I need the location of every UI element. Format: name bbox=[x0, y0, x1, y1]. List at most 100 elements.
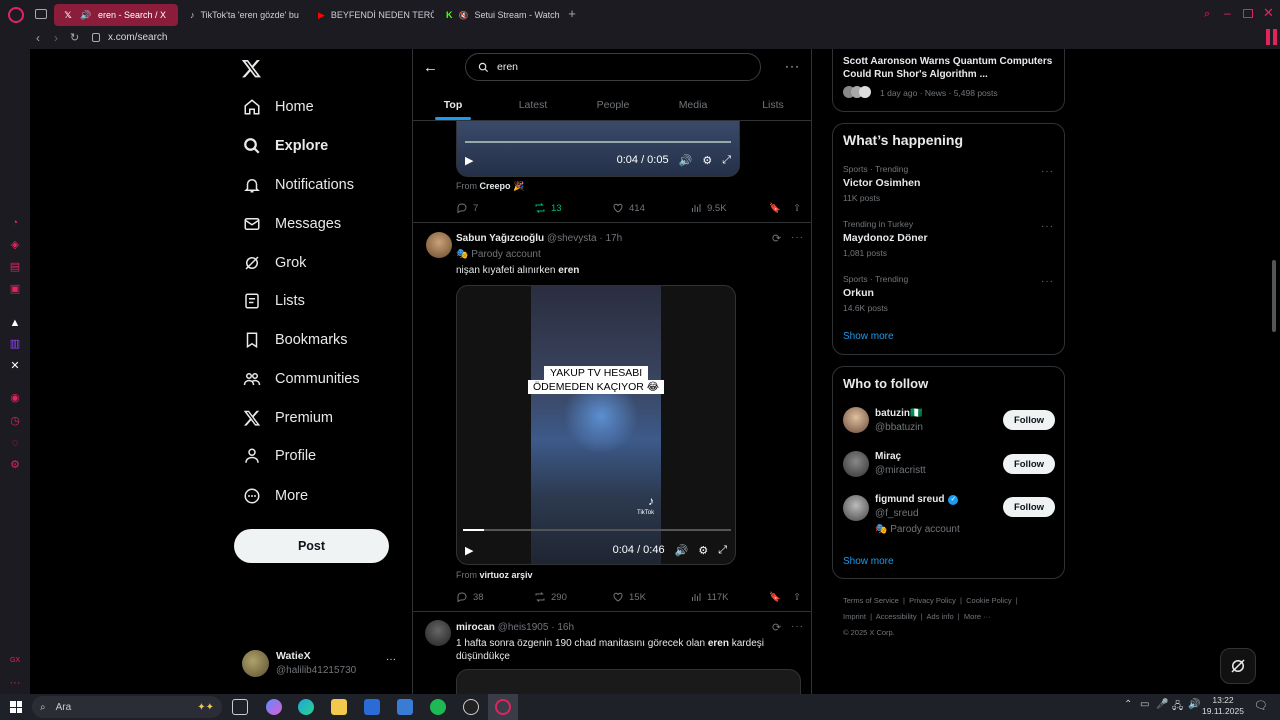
search-tabs-icon[interactable]: ⌕ bbox=[1204, 8, 1210, 21]
back-icon[interactable]: ‹ bbox=[36, 31, 40, 45]
nav-messages[interactable]: Messages bbox=[243, 211, 341, 237]
video-source-1[interactable]: From Creepo 🎉 bbox=[456, 181, 524, 192]
search-options-icon[interactable]: ··· bbox=[785, 59, 800, 73]
fullscreen-icon[interactable]: ⤢ bbox=[722, 154, 731, 167]
follow-button[interactable]: Follow bbox=[1003, 497, 1055, 517]
nav-profile[interactable]: Profile bbox=[243, 443, 316, 469]
news-card[interactable]: Scott Aaronson Warns Quantum Computers C… bbox=[832, 49, 1065, 112]
nav-bookmarks[interactable]: Bookmarks bbox=[243, 327, 348, 353]
minimize-icon[interactable]: – bbox=[1224, 6, 1231, 20]
clock[interactable]: 13:22 19.11.2025 bbox=[1200, 695, 1246, 717]
bookmark-icon[interactable]: 🔖 bbox=[769, 203, 781, 214]
grok-explain-icon[interactable]: ⟳ bbox=[772, 232, 781, 245]
aria-icon[interactable]: ▲ bbox=[9, 317, 21, 329]
mic-icon[interactable]: 🎤 bbox=[1156, 699, 1168, 710]
repost-button[interactable]: 290 bbox=[534, 591, 612, 603]
footer-link[interactable]: Imprint bbox=[843, 612, 866, 621]
author-handle[interactable]: @shevysta bbox=[547, 233, 597, 244]
whatsapp-icon[interactable]: ◌ bbox=[9, 437, 21, 449]
like-button[interactable]: 414 bbox=[612, 202, 690, 214]
follow-user-handle[interactable]: @f_sreud bbox=[875, 508, 919, 519]
x-app-icon[interactable]: ✕ bbox=[9, 360, 21, 372]
post-time[interactable]: · 16h bbox=[551, 622, 574, 633]
avatar[interactable] bbox=[425, 620, 451, 646]
nav-notifications[interactable]: Notifications bbox=[243, 172, 354, 198]
volume-icon[interactable]: 🔊 bbox=[675, 544, 689, 557]
edge-icon[interactable] bbox=[298, 699, 314, 715]
more-sidebar-icon[interactable]: ··· bbox=[9, 677, 21, 689]
gx-icon[interactable]: GX bbox=[9, 655, 21, 667]
follow-button[interactable]: Follow bbox=[1003, 410, 1055, 430]
footer-link[interactable]: Accessibility bbox=[876, 612, 917, 621]
tab-tiktok[interactable]: ♪ TikTok'ta 'eren gözde' bu bbox=[182, 4, 306, 26]
follow-user-handle[interactable]: @bbatuzin bbox=[875, 422, 923, 433]
follow-user-name[interactable]: figmund sreud ✓ bbox=[875, 494, 959, 505]
forward-icon[interactable]: › bbox=[54, 31, 58, 45]
follow-user-handle[interactable]: @miracristt bbox=[875, 465, 926, 476]
fullscreen-icon[interactable]: ⤢ bbox=[718, 544, 727, 557]
video-player-1[interactable]: ▶ 0:04 / 0:05 🔊 ⚙ ⤢ bbox=[456, 121, 740, 177]
follow-user-name[interactable]: batuzin🇳🇬 bbox=[875, 408, 922, 419]
opera-gx-icon[interactable] bbox=[495, 699, 511, 715]
tab-lists[interactable]: Lists bbox=[733, 89, 811, 120]
bookmark-icon[interactable]: 🔖 bbox=[769, 592, 781, 603]
nav-home[interactable]: Home bbox=[243, 94, 314, 120]
video-player-3[interactable] bbox=[456, 669, 801, 694]
trend-more-icon[interactable]: ··· bbox=[1041, 221, 1054, 232]
reload-icon[interactable]: ↻ bbox=[70, 31, 79, 44]
copilot-icon[interactable] bbox=[266, 699, 282, 715]
tab-youtube[interactable]: ▶ BEYFENDİ NEDEN TERÖR bbox=[310, 4, 434, 26]
back-arrow-icon[interactable]: ← bbox=[423, 59, 438, 76]
close-icon[interactable]: ✕ bbox=[1263, 5, 1274, 21]
play-icon[interactable]: ▶ bbox=[465, 154, 473, 167]
page-scrollbar[interactable] bbox=[1272, 260, 1276, 332]
trend-item[interactable]: Sports · Trending Victor Osimhen 11K pos… bbox=[843, 164, 1053, 203]
avatar[interactable] bbox=[843, 451, 869, 477]
task-view-icon[interactable] bbox=[232, 699, 248, 715]
video-player-2[interactable]: ♪ TikTok YAKUP TV HESABI ÖDEMEDEN KAÇIYO… bbox=[456, 285, 736, 565]
chat-icon[interactable]: ▤ bbox=[9, 261, 21, 273]
workspaces-icon[interactable] bbox=[35, 9, 47, 19]
trend-more-icon[interactable]: ··· bbox=[1041, 166, 1054, 177]
repost-button[interactable]: 13 bbox=[534, 202, 612, 214]
share-icon[interactable]: ⇪ bbox=[793, 203, 801, 214]
account-switcher[interactable]: WatieX @halilib41215730 ··· bbox=[234, 644, 404, 684]
author-handle[interactable]: @heis1905 bbox=[498, 622, 549, 633]
post-more-icon[interactable]: ··· bbox=[791, 621, 804, 632]
steam-icon[interactable] bbox=[463, 699, 479, 715]
post-time[interactable]: · 17h bbox=[599, 233, 622, 244]
video-progress-2[interactable] bbox=[463, 529, 731, 531]
battery-icon[interactable]: ▭ bbox=[1140, 699, 1149, 710]
post-more-icon[interactable]: ··· bbox=[791, 232, 804, 243]
like-button[interactable]: 15K bbox=[612, 591, 690, 603]
nav-premium[interactable]: Premium bbox=[243, 405, 333, 431]
settings-icon[interactable]: ⚙ bbox=[702, 154, 712, 167]
url-field[interactable]: x.com/search bbox=[108, 32, 167, 43]
messenger-icon[interactable]: ◈ bbox=[9, 239, 21, 251]
play-icon[interactable]: ▶ bbox=[465, 544, 473, 557]
avatar[interactable] bbox=[426, 232, 452, 258]
views-button[interactable]: 117K bbox=[690, 591, 768, 603]
video-progress-1[interactable] bbox=[465, 141, 731, 143]
volume-icon[interactable]: 🔊 bbox=[1188, 699, 1200, 710]
twitch-icon[interactable]: ▥ bbox=[9, 338, 21, 350]
footer-link[interactable]: Cookie Policy bbox=[966, 596, 1011, 605]
start-icon[interactable] bbox=[10, 701, 22, 713]
tray-chevron-icon[interactable]: ⌃ bbox=[1124, 699, 1132, 710]
video-source-2[interactable]: From virtuoz arşiv bbox=[456, 570, 533, 580]
nav-more[interactable]: More bbox=[243, 483, 308, 509]
new-tab-icon[interactable]: + bbox=[566, 7, 578, 20]
settings-icon[interactable]: ⚙ bbox=[698, 544, 708, 557]
share-icon[interactable]: ⇪ bbox=[793, 592, 801, 603]
sidebar-toggle-icon[interactable] bbox=[1266, 29, 1270, 45]
author-name[interactable]: Sabun Yağızcıoğlu bbox=[456, 233, 544, 244]
tab-top[interactable]: Top bbox=[413, 89, 493, 120]
trend-more-icon[interactable]: ··· bbox=[1041, 276, 1054, 287]
show-more-link[interactable]: Show more bbox=[843, 331, 894, 342]
notification-icon[interactable]: 🗨 bbox=[1254, 699, 1268, 712]
network-icon[interactable]: 🖧 bbox=[1172, 699, 1183, 716]
follow-button[interactable]: Follow bbox=[1003, 454, 1055, 474]
x-logo-icon[interactable] bbox=[241, 58, 263, 80]
avatar[interactable] bbox=[843, 407, 869, 433]
nav-grok[interactable]: Grok bbox=[243, 250, 306, 276]
